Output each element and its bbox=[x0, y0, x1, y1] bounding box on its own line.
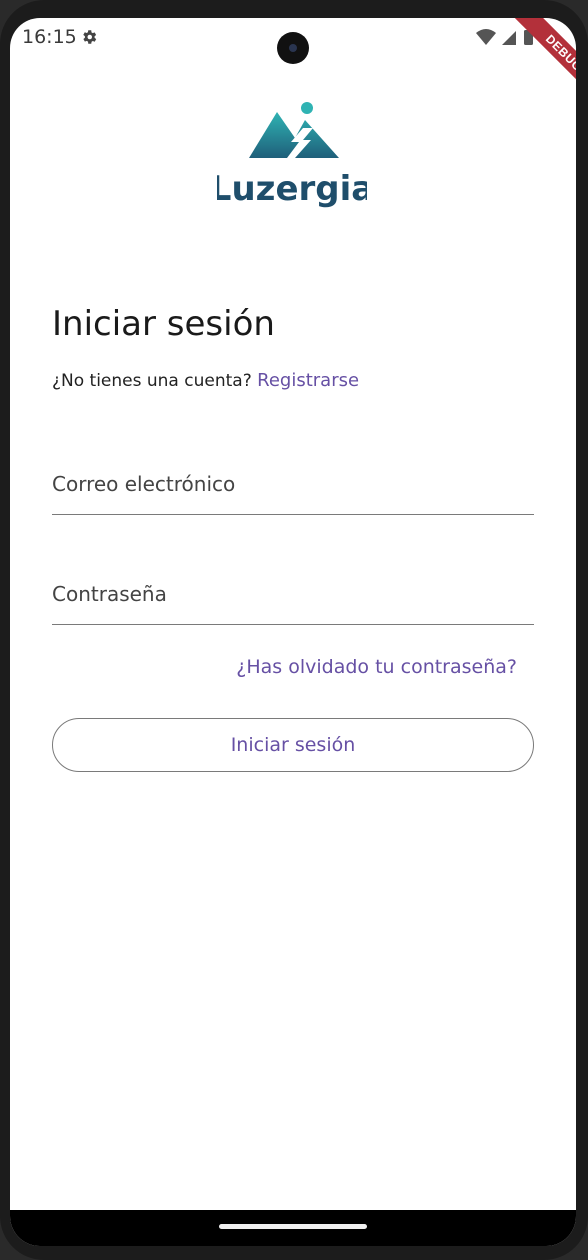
status-bar: 16:15 DEBUG bbox=[10, 18, 576, 108]
register-prompt: ¿No tienes una cuenta? Registrarse bbox=[52, 370, 359, 391]
app-screen: 16:15 DEBUG Luzergia Iniciar sesión ¿No … bbox=[10, 18, 576, 1246]
device-bezel: 16:15 DEBUG Luzergia Iniciar sesión ¿No … bbox=[0, 0, 588, 1260]
email-input[interactable] bbox=[52, 454, 534, 514]
forgot-password-link[interactable]: ¿Has olvidado tu contraseña? bbox=[236, 656, 517, 678]
gear-icon bbox=[83, 30, 97, 44]
email-field[interactable] bbox=[52, 454, 534, 515]
svg-text:Luzergia: Luzergia bbox=[217, 169, 367, 209]
register-link[interactable]: Registrarse bbox=[257, 370, 359, 391]
login-button[interactable]: Iniciar sesión bbox=[52, 718, 534, 772]
front-camera bbox=[277, 32, 309, 64]
home-gesture-handle[interactable] bbox=[219, 1224, 367, 1229]
luzergia-logo: Luzergia bbox=[217, 102, 367, 209]
no-account-text: ¿No tienes una cuenta? bbox=[52, 371, 252, 391]
password-field[interactable] bbox=[52, 564, 534, 625]
status-time: 16:15 bbox=[22, 26, 77, 48]
password-input[interactable] bbox=[52, 564, 534, 624]
debug-banner: DEBUG bbox=[486, 18, 576, 108]
page-title: Iniciar sesión bbox=[52, 304, 275, 344]
debug-banner-label: DEBUG bbox=[507, 18, 576, 108]
navigation-bar bbox=[10, 1210, 576, 1246]
